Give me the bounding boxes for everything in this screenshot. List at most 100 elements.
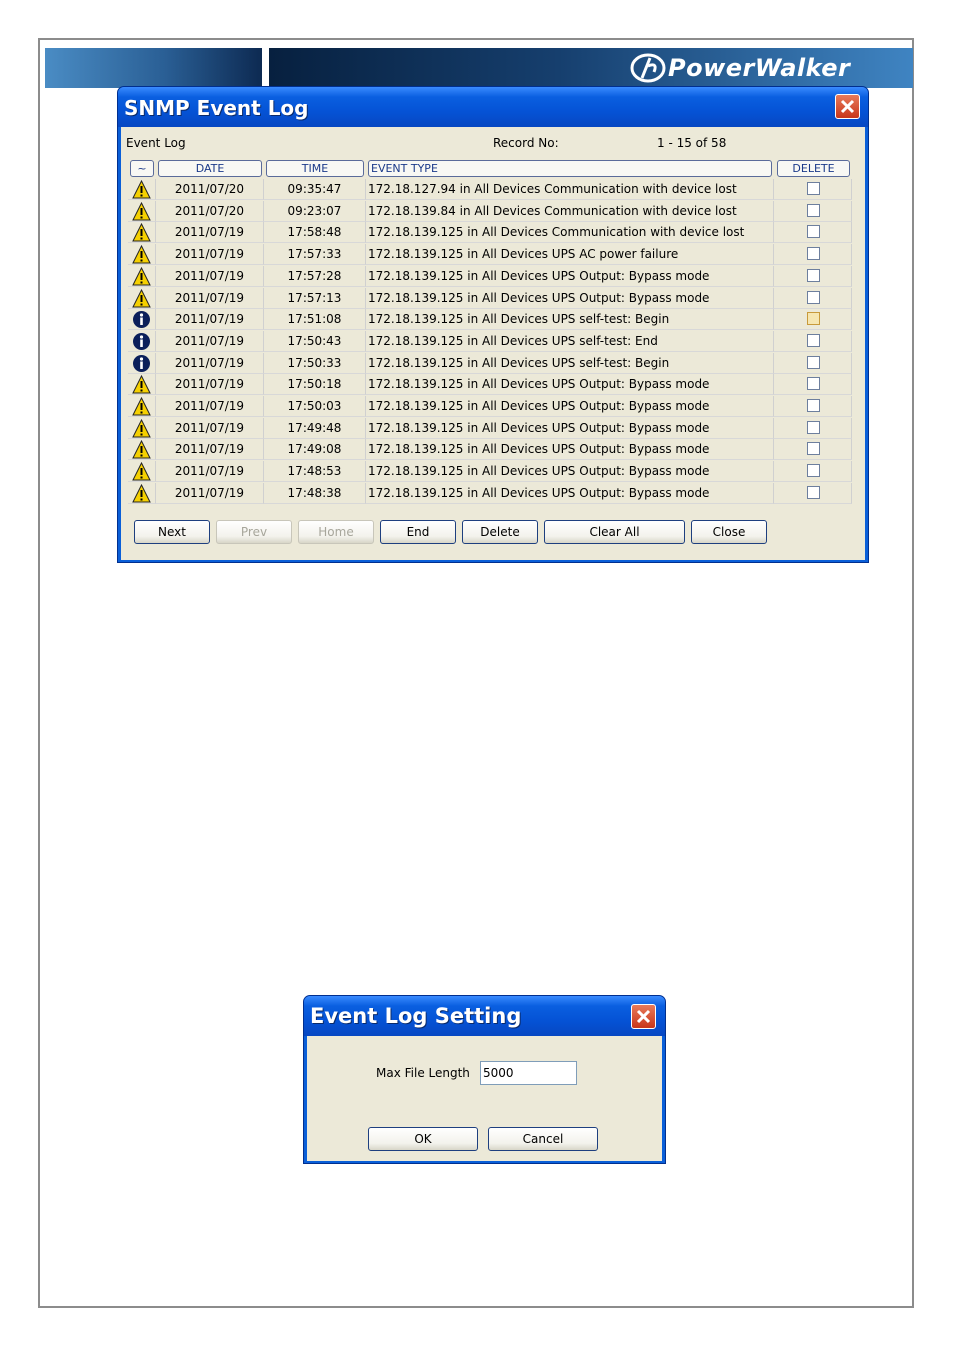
row-icon-cell: [128, 396, 156, 417]
row-delete-cell: [774, 287, 852, 309]
table-row[interactable]: 2011/07/19 17:58:48 172.18.139.125 in All …: [128, 222, 852, 244]
table-row[interactable]: 2011/07/19 17:49:08 172.18.139.125 in All …: [128, 439, 852, 461]
row-time: 17:50:18: [264, 374, 366, 396]
row-icon-cell: [128, 417, 156, 439]
row-date: 2011/07/19: [156, 287, 264, 309]
delete-checkbox[interactable]: [807, 225, 820, 239]
table-row[interactable]: 2011/07/19 17:57:28 172.18.139.125 in All …: [128, 265, 852, 288]
delete-checkbox[interactable]: [807, 377, 820, 391]
table-row[interactable]: 2011/07/19 17:50:03 172.18.139.125 in All …: [128, 396, 852, 418]
column-header-icon[interactable]: ~: [130, 160, 154, 177]
row-event-type: 172.18.139.125 in All Devices UPS Output…: [366, 461, 774, 483]
column-header-delete[interactable]: DELETE: [777, 160, 850, 177]
row-date: 2011/07/19: [156, 244, 264, 266]
delete-checkbox[interactable]: [807, 442, 820, 456]
row-icon-cell: [128, 244, 156, 266]
delete-checkbox[interactable]: [807, 420, 820, 434]
setting-close-button[interactable]: [631, 1004, 656, 1029]
table-row[interactable]: 2011/07/19 17:48:38 172.18.139.125 in All …: [128, 482, 852, 505]
row-date: 2011/07/19: [156, 417, 264, 439]
delete-checkbox[interactable]: [807, 485, 820, 499]
row-delete-cell: [774, 352, 852, 374]
powerwalker-logo: PowerWalker: [628, 52, 850, 84]
next-button[interactable]: Next: [134, 520, 210, 544]
warning-icon: [132, 483, 151, 503]
table-row[interactable]: 2011/07/19 17:48:53 172.18.139.125 in All …: [128, 461, 852, 483]
clear-all-button[interactable]: Clear All: [544, 520, 685, 544]
powerwalker-logo-icon: [630, 53, 666, 83]
row-time: 17:50:33: [264, 352, 366, 374]
end-button[interactable]: End: [380, 520, 456, 544]
row-delete-cell: [774, 417, 852, 439]
record-no-label: Record No:: [493, 136, 559, 150]
column-header-event-type[interactable]: EVENT TYPE: [368, 160, 772, 177]
row-icon-cell: [128, 352, 156, 374]
max-file-length-label: Max File Length: [376, 1066, 470, 1080]
delete-checkbox[interactable]: [807, 464, 820, 478]
warning-icon: [132, 288, 151, 307]
event-log-titlebar[interactable]: SNMP Event Log: [118, 87, 868, 127]
row-event-type: 172.18.139.84 in All Devices Communicati…: [366, 200, 774, 222]
warning-icon: [132, 418, 151, 438]
prev-button[interactable]: Prev: [216, 520, 292, 544]
warning-icon: [132, 201, 151, 221]
delete-checkbox[interactable]: [807, 268, 820, 282]
row-event-type: 172.18.139.125 in All Devices UPS Output…: [366, 439, 774, 461]
row-delete-cell: [774, 482, 852, 504]
row-date: 2011/07/19: [156, 396, 264, 417]
table-row[interactable]: 2011/07/19 17:49:48 172.18.139.125 in All …: [128, 417, 852, 440]
table-row[interactable]: 2011/07/19 17:57:13 172.18.139.125 in All …: [128, 287, 852, 310]
column-header-date[interactable]: DATE: [158, 160, 262, 177]
delete-checkbox[interactable]: [807, 399, 820, 412]
delete-checkbox[interactable]: [807, 290, 820, 304]
close-icon: [636, 1009, 651, 1024]
table-row[interactable]: 2011/07/19 17:57:33 172.18.139.125 in All …: [128, 244, 852, 266]
info-icon: [133, 332, 150, 350]
row-delete-cell: [774, 244, 852, 266]
warning-icon: [132, 245, 151, 264]
delete-checkbox[interactable]: [807, 333, 820, 347]
delete-checkbox[interactable]: [807, 247, 820, 261]
delete-checkbox[interactable]: [807, 312, 820, 326]
delete-checkbox[interactable]: [807, 182, 820, 195]
home-button[interactable]: Home: [298, 520, 374, 544]
row-delete-cell: [774, 439, 852, 461]
warning-icon: [132, 375, 151, 394]
warning-icon: [132, 397, 151, 416]
column-header-time[interactable]: TIME: [266, 160, 364, 177]
table-row[interactable]: 2011/07/20 09:23:07 172.18.139.84 in All D…: [128, 200, 852, 223]
delete-button[interactable]: Delete: [462, 520, 538, 544]
row-date: 2011/07/20: [156, 200, 264, 222]
table-row[interactable]: 2011/07/20 09:35:47 172.18.127.94 in All D…: [128, 179, 852, 201]
close-button[interactable]: Close: [691, 520, 767, 544]
row-date: 2011/07/19: [156, 439, 264, 461]
table-row[interactable]: 2011/07/19 17:50:43 172.18.139.125 in All …: [128, 330, 852, 353]
ok-button[interactable]: OK: [368, 1127, 478, 1151]
event-log-label: Event Log: [126, 136, 186, 150]
row-time: 17:48:53: [264, 461, 366, 483]
row-time: 17:49:08: [264, 439, 366, 461]
row-date: 2011/07/19: [156, 309, 264, 331]
close-window-button[interactable]: [835, 94, 860, 119]
delete-checkbox[interactable]: [807, 203, 820, 217]
setting-titlebar[interactable]: Event Log Setting: [304, 996, 665, 1036]
table-row[interactable]: 2011/07/19 17:51:08 172.18.139.125 in All …: [128, 309, 852, 331]
table-row[interactable]: 2011/07/19 17:50:33 172.18.139.125 in All …: [128, 352, 852, 375]
row-delete-cell: [774, 330, 852, 352]
cancel-button[interactable]: Cancel: [488, 1127, 598, 1151]
warning-icon: [132, 266, 151, 286]
row-date: 2011/07/19: [156, 482, 264, 504]
row-date: 2011/07/19: [156, 330, 264, 352]
row-delete-cell: [774, 222, 852, 244]
info-icon: [133, 354, 150, 372]
table-row[interactable]: 2011/07/19 17:50:18 172.18.139.125 in All …: [128, 374, 852, 396]
row-time: 17:57:33: [264, 244, 366, 266]
row-event-type: 172.18.127.94 in All Devices Communicati…: [366, 179, 774, 200]
row-time: 09:35:47: [264, 179, 366, 200]
delete-checkbox[interactable]: [807, 355, 820, 369]
info-icon: [133, 311, 150, 329]
max-file-length-input[interactable]: 5000: [480, 1061, 577, 1085]
row-icon-cell: [128, 222, 156, 244]
row-event-type: 172.18.139.125 in All Devices UPS Output…: [366, 265, 774, 287]
header-banner-left: [45, 48, 262, 88]
